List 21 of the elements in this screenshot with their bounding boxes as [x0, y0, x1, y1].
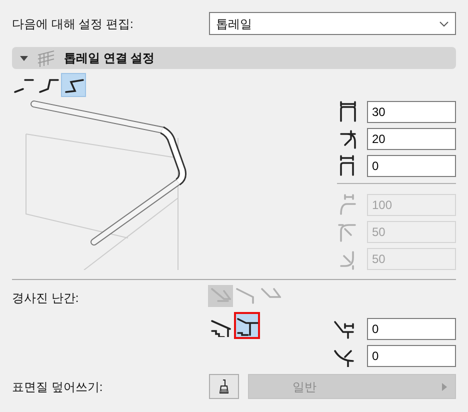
dimension-icon [337, 194, 359, 216]
brush-icon [218, 378, 230, 394]
dimension-icon [337, 101, 359, 123]
number-field[interactable]: 0 [367, 155, 456, 177]
triangle-right-icon [442, 382, 447, 390]
slope-icon [210, 288, 230, 304]
connection-type-button[interactable] [61, 73, 86, 97]
brush-button[interactable] [209, 374, 239, 399]
number-field[interactable]: 20 [367, 128, 456, 150]
element-dropdown[interactable]: 톱레일 [209, 12, 456, 35]
number-field[interactable]: 30 [367, 101, 456, 123]
field-label: 경사진 난간: [12, 290, 80, 307]
dimension-icon [337, 221, 359, 243]
field-label: 다음에 대해 설정 편집: [12, 16, 134, 32]
chevron-down-icon [439, 20, 449, 26]
field-label: 표면질 덮어쓰기: [12, 378, 104, 396]
dimension-icon [337, 128, 359, 150]
triangle-down-icon [20, 54, 28, 62]
section-header[interactable]: 톱레일 연결 설정 [12, 47, 456, 69]
railing-icon [36, 49, 56, 67]
slope-icon [236, 288, 256, 304]
